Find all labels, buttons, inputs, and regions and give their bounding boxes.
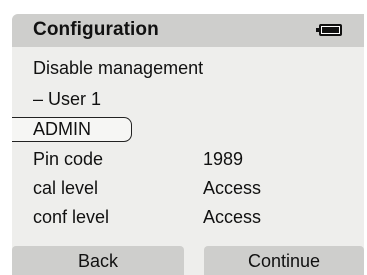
battery-icon — [316, 24, 342, 36]
back-button[interactable]: Back — [12, 246, 184, 275]
menu-line-disable-management: Disable management — [33, 58, 204, 78]
admin-selection-label: ADMIN — [33, 119, 91, 139]
field-label: cal level — [33, 178, 99, 198]
device-screen: Configuration Disable management – User … — [12, 14, 364, 275]
continue-button[interactable]: Continue — [204, 246, 364, 275]
field-value: Access — [203, 178, 262, 198]
field-row-pin-code[interactable]: Pin code 1989 — [33, 149, 243, 170]
field-row-cal-level[interactable]: cal level Access — [33, 178, 261, 199]
field-row-conf-level[interactable]: conf level Access — [33, 207, 261, 228]
menu-line-user: – User 1 — [33, 89, 102, 109]
screen-title: Configuration — [33, 19, 159, 40]
field-label: conf level — [33, 207, 110, 227]
field-value: 1989 — [203, 149, 244, 169]
field-value: Access — [203, 207, 262, 227]
field-label: Pin code — [33, 149, 104, 169]
title-bar: Configuration — [12, 14, 364, 47]
